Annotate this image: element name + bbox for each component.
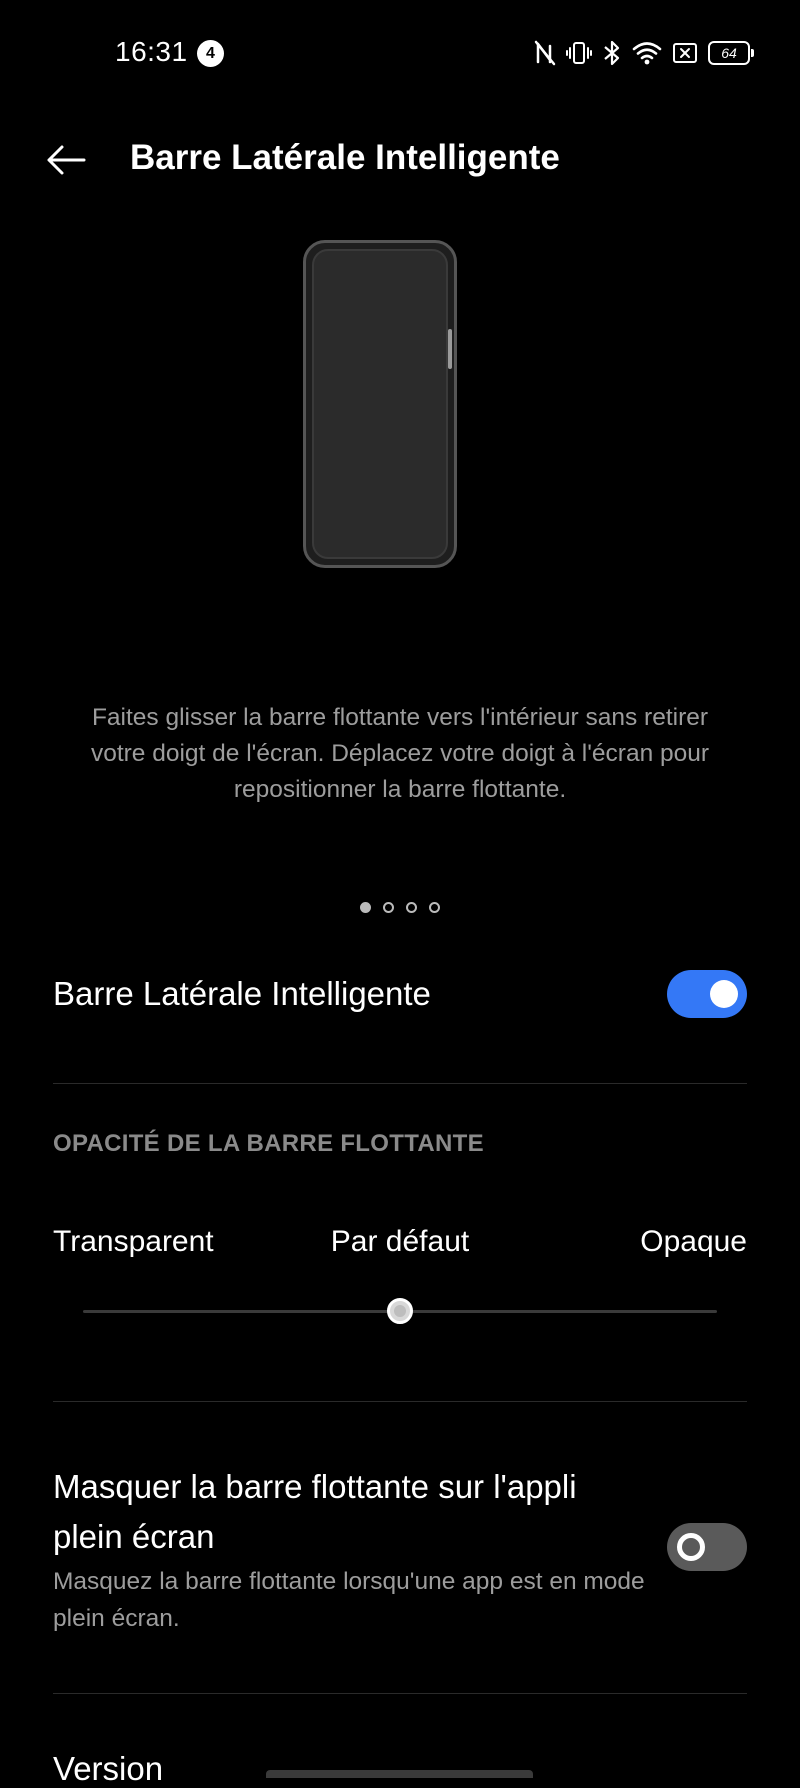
page-indicator <box>0 902 800 913</box>
floating-bar-handle <box>448 329 452 369</box>
toggle-knob <box>710 980 738 1008</box>
notification-count-badge: 4 <box>197 40 224 67</box>
phone-screen <box>312 249 448 559</box>
toggle-knob <box>677 1533 705 1561</box>
sim-off-icon <box>673 43 697 63</box>
opacity-section-header: OPACITÉ DE LA BARRE FLOTTANTE <box>53 1130 484 1157</box>
divider <box>53 1401 747 1402</box>
status-bar: 16:31 4 64 <box>0 0 800 100</box>
smart-sidebar-label: Barre Latérale Intelligente <box>53 975 431 1012</box>
nfc-off-icon <box>534 40 556 66</box>
divider <box>53 1693 747 1694</box>
status-time: 16:31 <box>115 36 188 67</box>
wifi-icon <box>632 42 662 65</box>
smart-sidebar-toggle[interactable] <box>667 970 747 1018</box>
page-dot-3[interactable] <box>406 902 417 913</box>
page-dot-2[interactable] <box>383 902 394 913</box>
battery-icon: 64 <box>708 41 754 65</box>
opacity-slider-thumb[interactable] <box>387 1298 413 1324</box>
version-value-placeholder <box>266 1770 533 1778</box>
version-label: Version <box>53 1750 164 1787</box>
divider <box>53 1083 747 1084</box>
hide-fullscreen-toggle[interactable] <box>667 1523 747 1571</box>
opacity-slider-track[interactable] <box>83 1298 717 1324</box>
opacity-label-opaque: Opaque <box>640 1225 747 1258</box>
status-icons: 64 <box>534 36 754 70</box>
back-button[interactable] <box>44 138 96 182</box>
hide-fullscreen-description: Masquez la barre flottante lorsqu'une ap… <box>53 1568 645 1632</box>
illustration-description: Faites glisser la barre flottante vers l… <box>90 704 710 803</box>
page-dot-4[interactable] <box>429 902 440 913</box>
header: Barre Latérale Intelligente <box>0 120 800 200</box>
phone-illustration <box>303 240 457 568</box>
vibrate-icon <box>566 42 592 64</box>
bluetooth-icon <box>604 40 620 66</box>
page-title: Barre Latérale Intelligente <box>130 138 560 177</box>
arrow-left-icon <box>47 145 86 175</box>
hide-fullscreen-title: Masquer la barre flottante sur l'appli p… <box>53 1468 577 1555</box>
page-dot-1[interactable] <box>360 902 371 913</box>
